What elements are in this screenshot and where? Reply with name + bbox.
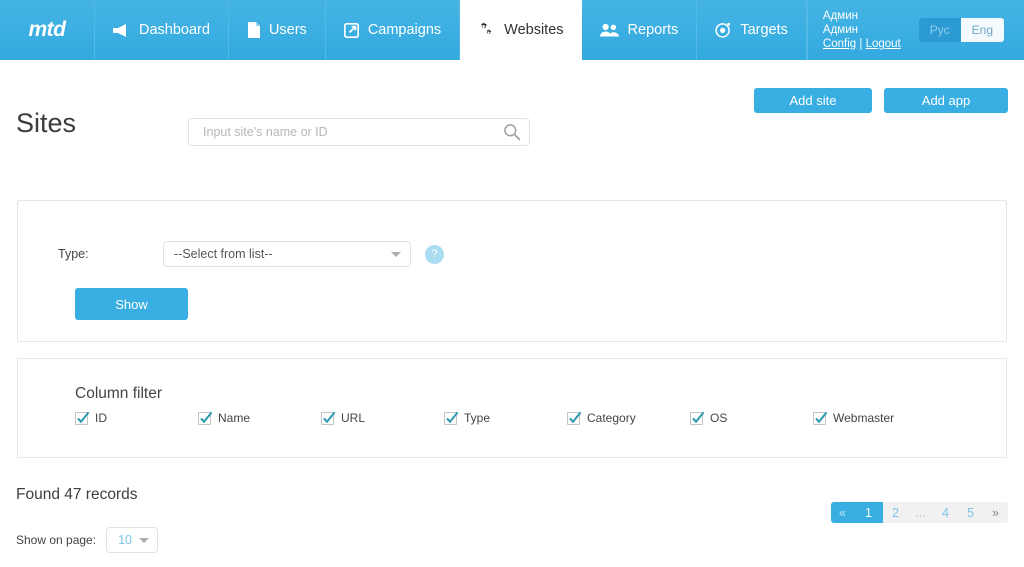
add-app-button[interactable]: Add app <box>884 88 1008 113</box>
language-toggle[interactable]: Рус Eng <box>918 18 1004 42</box>
found-records-text: Found 47 records <box>16 486 138 503</box>
nav-item-label: Reports <box>627 22 679 38</box>
checkbox-icon[interactable] <box>75 411 90 425</box>
top-navbar: mtd Dashboard Users Campaigns Websites R… <box>0 0 1024 60</box>
column-checkbox-os[interactable]: OS <box>690 411 813 425</box>
pagination-prev[interactable]: « <box>831 502 854 523</box>
pagination-ellipsis: ... <box>915 505 926 520</box>
page-title: Sites <box>16 108 77 138</box>
column-filter-items: ID Name URL Type Category OS Webmaster <box>75 411 955 425</box>
checkbox-icon[interactable] <box>567 411 582 425</box>
column-checkbox-label: OS <box>710 411 728 425</box>
chevron-down-icon <box>139 538 150 543</box>
nav-item-reports[interactable]: Reports <box>581 0 698 60</box>
type-select-value: --Select from list-- <box>174 247 273 261</box>
show-on-page-select[interactable]: 10 <box>106 527 159 553</box>
config-link[interactable]: Config <box>823 38 856 50</box>
column-checkbox-label: Webmaster <box>833 411 895 425</box>
user-area: Админ Админ Config | Logout Рус Eng <box>812 0 1024 60</box>
document-icon <box>247 22 260 38</box>
show-on-page-label: Show on page: <box>16 533 97 547</box>
nav-item-dashboard[interactable]: Dashboard <box>95 0 229 60</box>
people-icon <box>599 23 619 37</box>
nav-item-label: Dashboard <box>139 22 210 38</box>
filter-panel: Type: --Select from list-- ? Show <box>17 200 1007 342</box>
column-checkbox-label: Type <box>464 411 491 425</box>
checkbox-icon[interactable] <box>690 411 705 425</box>
checkbox-icon[interactable] <box>813 411 828 425</box>
nav-item-targets[interactable]: Targets <box>697 0 807 60</box>
logout-link[interactable]: Logout <box>866 38 901 50</box>
column-checkbox-url[interactable]: URL <box>321 411 444 425</box>
lang-button-eng[interactable]: Eng <box>960 18 1004 42</box>
nav-item-label: Targets <box>740 22 788 38</box>
user-links: Config | Logout <box>823 37 901 51</box>
column-checkbox-category[interactable]: Category <box>567 411 690 425</box>
search-icon[interactable] <box>503 123 521 141</box>
column-checkbox-label: URL <box>341 411 366 425</box>
pagination-page-2[interactable]: 2 <box>883 502 908 523</box>
column-filter-title: Column filter <box>75 385 162 402</box>
nav-item-users[interactable]: Users <box>228 0 326 60</box>
pagination-page-4[interactable]: 4 <box>933 502 958 523</box>
pagination-page-1[interactable]: 1 <box>854 502 883 523</box>
pagination-next[interactable]: » <box>983 502 1008 523</box>
search-box[interactable] <box>188 118 530 146</box>
show-on-page-row: Show on page: 10 <box>16 527 159 553</box>
nav-item-campaigns[interactable]: Campaigns <box>325 0 461 60</box>
brand-logo-text: mtd <box>28 18 67 41</box>
type-select[interactable]: --Select from list-- <box>163 241 411 267</box>
pagination[interactable]: « 1 2 ... 4 5 » <box>831 502 1008 523</box>
search-input[interactable] <box>188 118 530 146</box>
chevron-down-icon <box>391 252 401 257</box>
gears-icon <box>478 22 495 38</box>
nav-item-label: Campaigns <box>367 22 442 38</box>
nav-item-label: Websites <box>504 22 564 38</box>
column-checkbox-type[interactable]: Type <box>444 411 567 425</box>
user-info: Админ Админ Config | Logout <box>823 9 901 51</box>
user-name-line1: Админ <box>822 10 858 22</box>
brand-logo[interactable]: mtd <box>0 0 95 60</box>
nav-item-websites[interactable]: Websites <box>460 0 582 60</box>
show-on-page-value: 10 <box>118 533 132 547</box>
column-checkbox-label: Category <box>587 411 636 425</box>
external-link-icon <box>343 22 359 38</box>
show-button[interactable]: Show <box>75 288 188 320</box>
checkbox-icon[interactable] <box>321 411 336 425</box>
type-filter-row: Type: --Select from list-- ? <box>58 241 444 267</box>
lang-button-rus[interactable]: Рус <box>918 18 961 42</box>
help-icon[interactable]: ? <box>425 244 444 264</box>
user-name-line2: Админ <box>822 24 858 36</box>
link-separator: | <box>859 38 863 50</box>
checkbox-icon[interactable] <box>198 411 213 425</box>
checkbox-icon[interactable] <box>444 411 459 425</box>
page-header: Sites Add site Add app <box>0 60 1024 170</box>
add-site-button[interactable]: Add site <box>754 88 872 113</box>
megaphone-icon <box>113 23 130 38</box>
type-filter-label: Type: <box>58 247 89 261</box>
column-checkbox-label: ID <box>95 411 107 425</box>
column-checkbox-id[interactable]: ID <box>75 411 198 425</box>
nav-item-label: Users <box>268 22 307 38</box>
target-icon <box>715 22 731 38</box>
pagination-page-5[interactable]: 5 <box>958 502 983 523</box>
column-checkbox-label: Name <box>218 411 251 425</box>
column-checkbox-name[interactable]: Name <box>198 411 321 425</box>
column-checkbox-webmaster[interactable]: Webmaster <box>813 411 936 425</box>
column-filter-panel: Column filter ID Name URL Type Category … <box>17 358 1007 458</box>
